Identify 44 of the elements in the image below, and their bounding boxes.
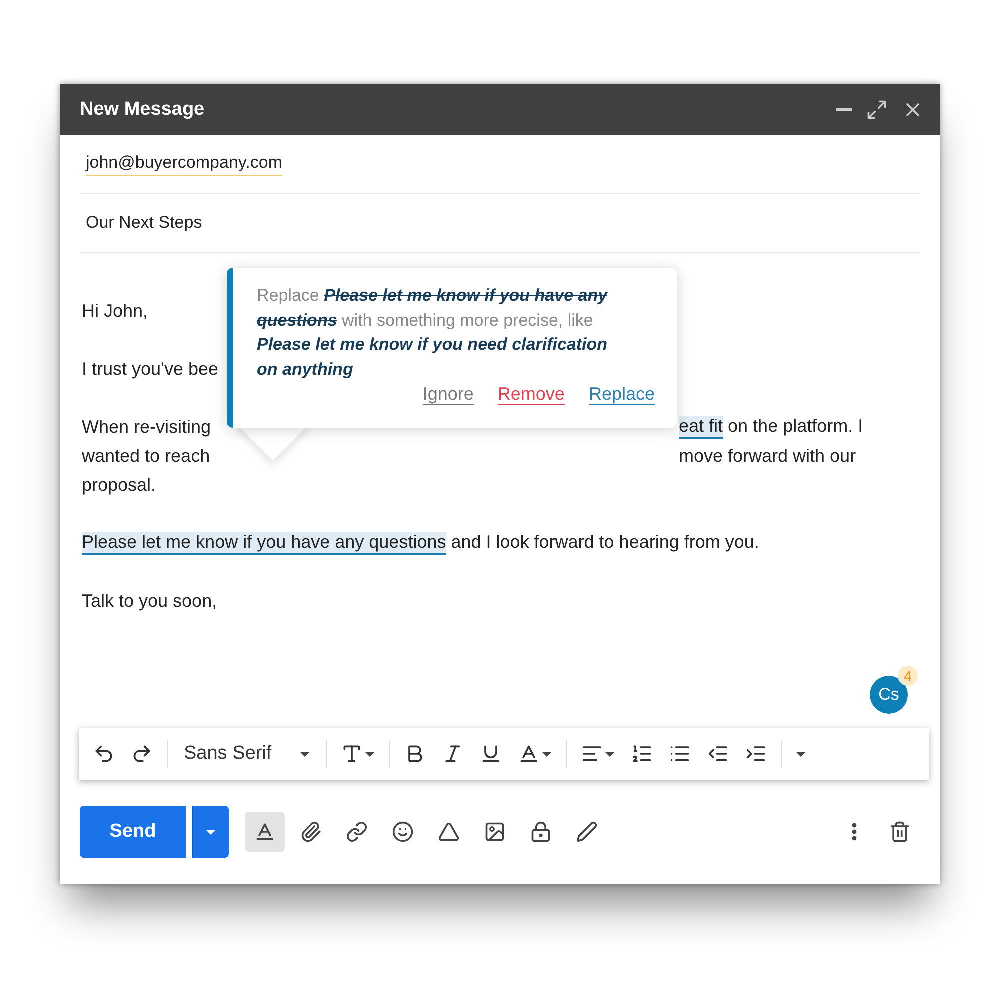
body-text: on the platform. I — [727, 416, 864, 438]
body-text: When re-visiting — [82, 417, 212, 438]
body-text: proposal. — [82, 475, 156, 496]
expand-icon — [866, 98, 888, 120]
send-button[interactable]: Send — [80, 806, 186, 858]
caret-icon — [206, 830, 216, 834]
more-icon — [852, 823, 856, 841]
highlighted-phrase[interactable]: eat fit — [679, 416, 724, 439]
numbered-list-icon — [630, 743, 653, 765]
trash-icon — [889, 821, 911, 843]
undo-icon — [93, 743, 115, 765]
expand-button[interactable] — [866, 98, 888, 120]
text-format-icon — [254, 821, 276, 843]
subject-field[interactable]: Our Next Steps — [86, 213, 202, 233]
suggestion-text: Replace Please let me know if you have any questions with something more precise, like Please let me know if you need clarification on anything — [257, 285, 610, 380]
image-icon — [484, 821, 506, 843]
minimize-icon — [836, 108, 852, 111]
ignore-link[interactable]: Ignore — [422, 384, 474, 405]
remove-link[interactable]: Remove — [498, 384, 565, 405]
body-text: move forward with our — [679, 446, 856, 467]
notification-count: 4 — [898, 666, 918, 686]
body-text: and I look forward to hearing from you. — [450, 532, 760, 554]
caret-icon — [300, 752, 310, 756]
pen-icon — [576, 821, 598, 843]
recipient-field[interactable]: john@buyercompany.com — [86, 152, 282, 176]
smiley-icon — [392, 821, 414, 843]
body-text: wanted to reach — [82, 446, 210, 467]
caret-icon — [542, 752, 552, 756]
body-text: I trust you've bee — [82, 359, 219, 380]
font-dropdown[interactable]: Sans Serif — [176, 743, 318, 765]
redo-icon — [131, 743, 153, 765]
lock-icon — [530, 821, 552, 843]
replace-link[interactable]: Replace — [588, 384, 655, 405]
body-text: Hi John, — [82, 301, 148, 322]
formatting-toggle-button[interactable] — [245, 812, 285, 852]
body-text: Talk to you soon, — [82, 591, 218, 612]
highlighted-phrase[interactable]: Please let me know if you have any questions — [82, 532, 446, 555]
caret-icon — [364, 752, 375, 756]
paperclip-icon — [300, 821, 322, 843]
caret-icon — [796, 752, 806, 756]
link-icon — [346, 821, 368, 843]
triangle-icon — [438, 821, 460, 843]
window-title: New Message — [80, 98, 206, 120]
caret-icon — [604, 752, 615, 756]
